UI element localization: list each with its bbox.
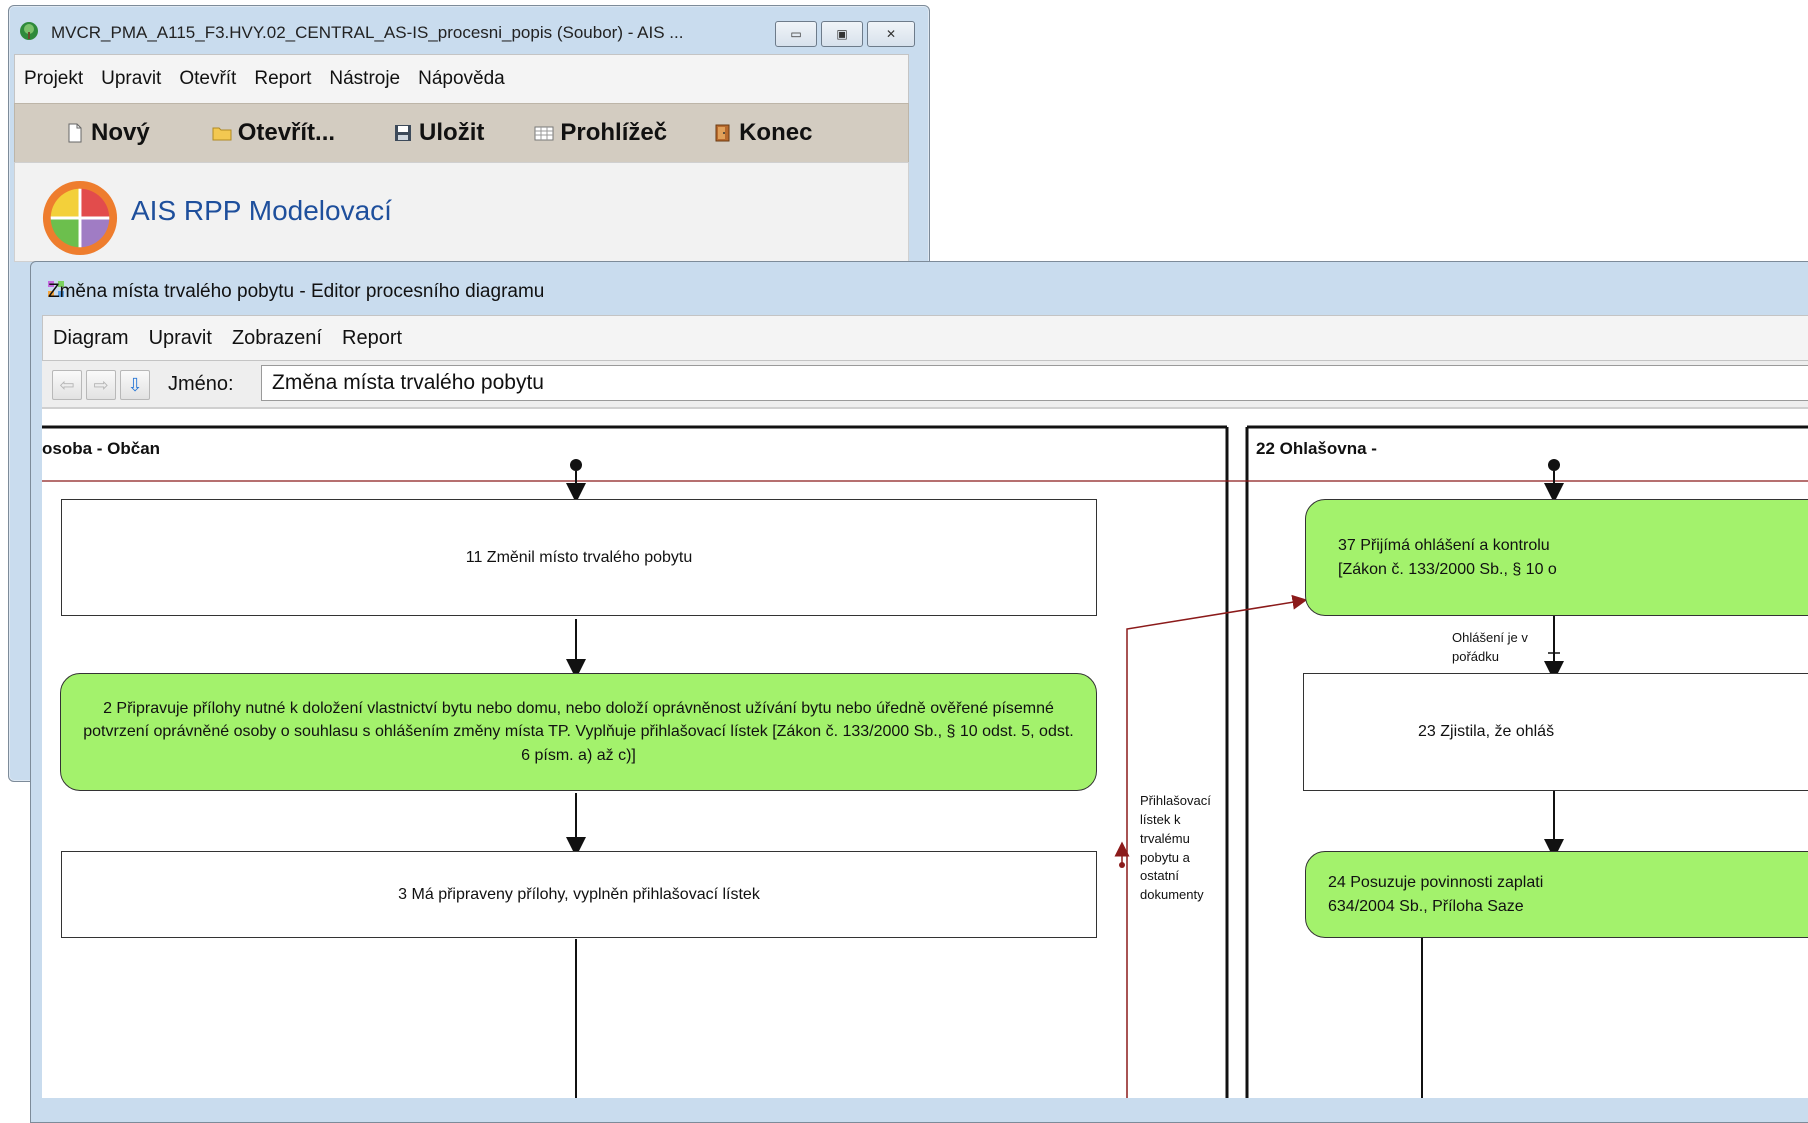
exit-label: Konec xyxy=(739,119,813,146)
label-prihlasovaci-listek: Přihlašovací lístek k trvalému pobytu a … xyxy=(1140,793,1211,903)
viewer-button[interactable]: Prohlížeč xyxy=(534,119,667,147)
node-37[interactable]: 37 Přijímá ohlášení a kontrolu [Zákon č.… xyxy=(1305,499,1808,616)
editor-title: Změna místa trvalého pobytu - Editor pro… xyxy=(48,281,545,302)
main-toolbar: Nový Otevřít... Uložit Prohlížeč Konec xyxy=(14,103,909,163)
name-input[interactable] xyxy=(261,365,1808,401)
node-24[interactable]: 24 Posuzuje povinnosti zaplati 634/2004 … xyxy=(1305,851,1808,938)
node-23[interactable]: 23 Zjistila, že ohláš xyxy=(1303,673,1808,791)
node-3-text: 3 Má připraveny přílohy, vyplněn přihlaš… xyxy=(398,885,760,903)
app-tree-icon xyxy=(20,22,38,40)
start-dot-lane1 xyxy=(570,459,582,471)
menu-report-editor[interactable]: Report xyxy=(332,327,412,350)
exit-door-icon xyxy=(715,124,730,142)
menu-report[interactable]: Report xyxy=(245,68,320,90)
node-3[interactable]: 3 Má připraveny přílohy, vyplněn přihlaš… xyxy=(61,851,1097,938)
start-dot-lane2 xyxy=(1548,459,1560,471)
floppy-disk-icon xyxy=(395,125,412,141)
node-37-line2: [Zákon č. 133/2000 Sb., § 10 o xyxy=(1338,560,1557,578)
lane-title-obcan: osoba - Občan xyxy=(42,439,161,458)
down-button[interactable]: ⇩ xyxy=(120,370,150,400)
save-label: Uložit xyxy=(419,119,485,146)
menu-diagram[interactable]: Diagram xyxy=(43,327,139,350)
node-23-text: 23 Zjistila, že ohláš xyxy=(1418,723,1555,741)
save-button[interactable]: Uložit xyxy=(393,119,484,147)
menu-upravit[interactable]: Upravit xyxy=(92,68,170,90)
menu-napoveda[interactable]: Nápověda xyxy=(409,68,514,90)
node-24-line1: 24 Posuzuje povinnosti zaplati xyxy=(1328,874,1544,892)
viewer-label: Prohlížeč xyxy=(560,119,668,146)
close-icon: ✕ xyxy=(885,27,897,41)
message-dot xyxy=(1119,862,1125,868)
main-titlebar[interactable]: MVCR_PMA_A115_F3.HVY.02_CENTRAL_AS-IS_pr… xyxy=(9,6,929,56)
back-button[interactable]: ⇦ xyxy=(52,370,82,400)
app-banner: AIS RPP Modelovací xyxy=(14,162,909,262)
label-ohlaseni-v-poradku: Ohlášení je v pořádku xyxy=(1452,630,1528,664)
editor-menubar: Diagram Upravit Zobrazení Report xyxy=(42,315,1808,361)
down-arrow-icon: ⇩ xyxy=(127,374,143,395)
close-button[interactable]: ✕ xyxy=(867,21,915,47)
app-name: AIS RPP Modelovací xyxy=(131,195,392,226)
exit-button[interactable]: Konec xyxy=(713,119,812,147)
new-button[interactable]: Nový xyxy=(65,119,150,147)
main-menubar: Projekt Upravit Otevřít Report Nástroje … xyxy=(14,54,909,104)
node-11-text: 11 Změnil místo trvalého pobytu xyxy=(465,548,693,566)
app-logo-icon xyxy=(42,180,118,256)
back-arrow-icon: ⇦ xyxy=(59,374,75,395)
menu-projekt[interactable]: Projekt xyxy=(15,68,92,90)
node-11[interactable]: 11 Změnil místo trvalého pobytu xyxy=(61,499,1097,616)
forward-button[interactable]: ⇨ xyxy=(86,370,116,400)
main-window-title: MVCR_PMA_A115_F3.HVY.02_CENTRAL_AS-IS_pr… xyxy=(51,23,684,42)
new-document-icon xyxy=(68,123,82,143)
node-2-text: 2 Připravuje přílohy nutné k doložení vl… xyxy=(83,700,1074,764)
new-label: Nový xyxy=(91,119,150,146)
diagram-canvas[interactable]: osoba - Občan 22 Ohlašovna - 11 Změnil m… xyxy=(42,408,1808,1098)
lane-title-ohlasovna: 22 Ohlašovna - xyxy=(1256,439,1377,458)
minimize-icon: ▭ xyxy=(790,27,802,41)
name-bar: ⇦ ⇨ ⇩ Jméno: xyxy=(42,361,1808,408)
maximize-button[interactable]: ▣ xyxy=(821,21,863,47)
table-viewer-icon xyxy=(534,126,554,141)
menu-otevrit[interactable]: Otevřít xyxy=(170,68,245,90)
node-2[interactable]: 2 Připravuje přílohy nutné k doložení vl… xyxy=(60,673,1097,791)
folder-icon xyxy=(212,127,232,141)
forward-arrow-icon: ⇨ xyxy=(93,374,109,395)
name-label: Jméno: xyxy=(168,373,234,395)
open-label: Otevřít... xyxy=(237,119,336,146)
menu-nastroje[interactable]: Nástroje xyxy=(320,68,409,90)
menu-zobrazeni[interactable]: Zobrazení xyxy=(222,327,332,350)
node-24-line2: 634/2004 Sb., Příloha Saze xyxy=(1328,897,1524,915)
menu-upravit-editor[interactable]: Upravit xyxy=(139,327,222,350)
maximize-icon: ▣ xyxy=(836,27,848,41)
minimize-button[interactable]: ▭ xyxy=(775,21,817,47)
node-37-line1: 37 Přijímá ohlášení a kontrolu xyxy=(1338,537,1550,555)
open-button[interactable]: Otevřít... xyxy=(212,119,335,147)
